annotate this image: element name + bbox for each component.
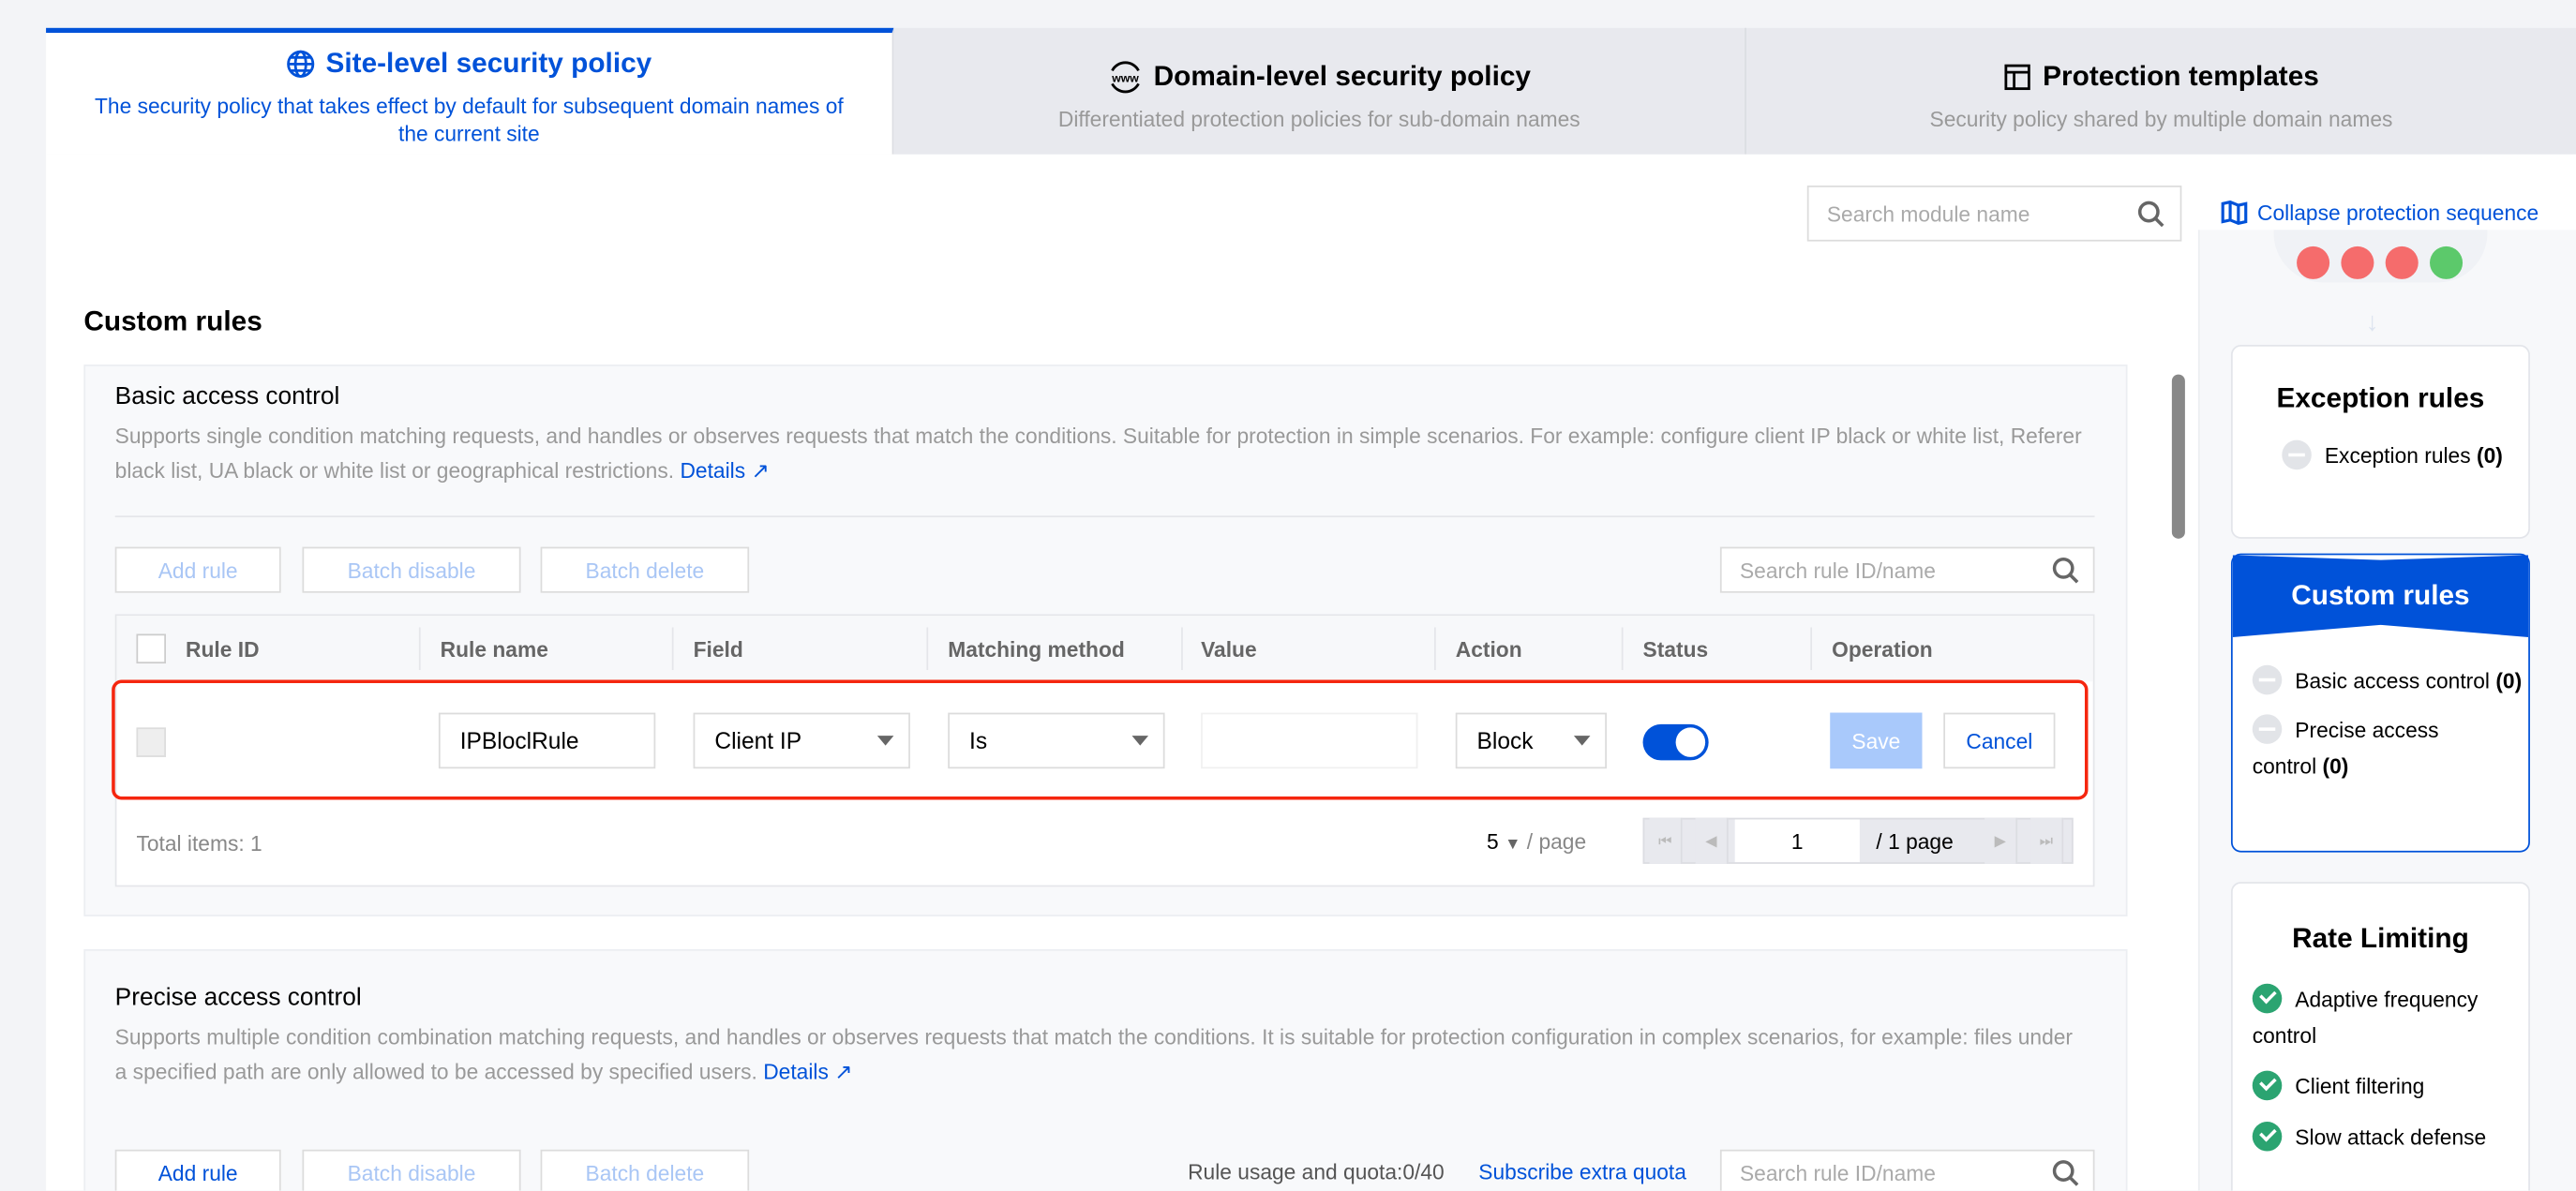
chevron-down-icon xyxy=(1573,736,1591,746)
batch-delete-button[interactable]: Batch delete xyxy=(540,546,750,593)
select-all-checkbox[interactable] xyxy=(136,633,167,664)
status-dot-icon xyxy=(2385,246,2419,279)
sequence-exception-card[interactable]: Exception rules Exception rules (0) xyxy=(2230,345,2530,539)
disabled-icon xyxy=(2252,714,2283,744)
batch-disable-button[interactable]: Batch disable xyxy=(302,546,521,593)
batch-delete-button[interactable]: Batch delete xyxy=(540,1149,750,1191)
collapse-sequence-link[interactable]: Collapse protection sequence xyxy=(2221,201,2539,225)
row-checkbox[interactable] xyxy=(136,727,167,757)
sequence-item: Slow attack defense xyxy=(2233,1120,2528,1156)
page-size-select[interactable]: 5 ▼ / page xyxy=(1487,829,1586,854)
check-circle-icon xyxy=(2252,1070,2283,1101)
tab-subtitle: Differentiated protection policies for s… xyxy=(1057,106,1580,132)
tab-domain-level[interactable]: www Domain-level security policy Differen… xyxy=(893,27,1746,155)
sequence-custom-card[interactable]: Custom rules Basic access control (0) Pr… xyxy=(2230,553,2530,853)
chevron-down-icon: ▼ xyxy=(1505,836,1521,855)
column-header: Rule name xyxy=(440,636,548,662)
value-input[interactable] xyxy=(1201,712,1418,769)
chevron-down-icon xyxy=(876,736,894,746)
sequence-item: Exception rules (0) xyxy=(2233,439,2528,475)
matching-method-select[interactable]: Is xyxy=(948,712,1165,769)
status-dot-icon xyxy=(2297,246,2330,279)
tab-title: Site-level security policy xyxy=(325,47,652,80)
next-page-icon[interactable]: ▶ xyxy=(1984,817,2018,864)
sequence-item: Basic access control (0) xyxy=(2233,663,2528,700)
page-total: / 1 page xyxy=(1876,829,1954,855)
tab-title: Domain-level security policy xyxy=(1153,60,1532,93)
collapse-label: Collapse protection sequence xyxy=(2257,200,2539,226)
batch-disable-button[interactable]: Batch disable xyxy=(302,1149,521,1191)
search-icon xyxy=(2052,557,2079,584)
add-rule-button[interactable]: Add rule xyxy=(114,1149,281,1191)
last-page-icon[interactable]: ⏭ xyxy=(2030,817,2064,864)
status-toggle[interactable] xyxy=(1642,723,1709,761)
card-title: Exception rules xyxy=(2276,382,2485,414)
card-title: Rate Limiting xyxy=(2292,922,2469,955)
sequence-item: Precise access control (0) xyxy=(2233,713,2479,785)
disabled-icon xyxy=(2252,664,2283,695)
details-link[interactable]: Details ↗ xyxy=(680,458,769,483)
rule-name-input[interactable]: IPBloclRule xyxy=(438,712,656,769)
prev-page-icon[interactable]: ◀ xyxy=(1695,817,1729,864)
status-dot-icon xyxy=(2430,246,2464,279)
page-number-input[interactable]: 1 xyxy=(1734,819,1860,863)
column-header: Field xyxy=(693,636,743,662)
search-icon xyxy=(2137,201,2164,228)
action-select[interactable]: Block xyxy=(1455,712,1607,769)
first-page-icon[interactable]: ⏮ xyxy=(1649,817,1683,864)
search-placeholder: Search module name xyxy=(1826,201,2030,226)
field-select[interactable]: Client IP xyxy=(693,712,910,769)
card-title: Custom rules xyxy=(2291,579,2470,611)
check-circle-icon xyxy=(2252,1121,2283,1152)
section-title: Custom rules xyxy=(83,305,262,337)
card-title: Precise access control xyxy=(114,983,362,1012)
column-header: Rule ID xyxy=(186,636,260,662)
scrollbar-thumb[interactable] xyxy=(2171,374,2185,539)
card-description: Supports multiple condition combination … xyxy=(114,1024,2074,1084)
search-icon xyxy=(2052,1160,2079,1186)
rule-search-input[interactable]: Search rule ID/name xyxy=(1719,1149,2095,1191)
tab-protection-templates[interactable]: Protection templates Security policy sha… xyxy=(1745,27,2576,155)
module-search-input[interactable]: Search module name xyxy=(1806,186,2182,242)
rule-search-input[interactable]: Search rule ID/name xyxy=(1719,546,2095,593)
card-title: Basic access control xyxy=(114,382,340,411)
check-circle-icon xyxy=(2252,983,2283,1014)
column-header: Operation xyxy=(1832,636,1933,662)
cancel-button[interactable]: Cancel xyxy=(1943,712,2056,769)
sequence-item: Adaptive frequency control xyxy=(2233,982,2521,1054)
globe-icon xyxy=(287,50,315,78)
www-icon: www xyxy=(1112,61,1141,94)
save-button[interactable]: Save xyxy=(1830,712,1923,769)
quota-text: Rule usage and quota:0/40 xyxy=(1188,1159,1445,1184)
details-link[interactable]: Details ↗ xyxy=(763,1059,852,1083)
subscribe-quota-link[interactable]: Subscribe extra quota xyxy=(1478,1159,1686,1184)
column-header: Status xyxy=(1642,636,1709,662)
disabled-icon xyxy=(2282,439,2312,470)
tab-title: Protection templates xyxy=(2043,60,2319,93)
map-icon xyxy=(2221,200,2248,225)
status-dot-icon xyxy=(2341,246,2374,279)
sequence-rate-card[interactable]: Rate Limiting Adaptive frequency control… xyxy=(2230,882,2530,1191)
divider xyxy=(114,515,2095,518)
svg-text:www: www xyxy=(1112,72,1140,85)
tab-subtitle: Security policy shared by multiple domai… xyxy=(1929,106,2393,132)
tab-site-level[interactable]: Site-level security policy The security … xyxy=(46,27,894,155)
template-icon xyxy=(2005,64,2031,91)
card-description: Supports single condition matching reque… xyxy=(114,424,2082,484)
total-items: Total items: 1 xyxy=(136,830,262,856)
column-header: Matching method xyxy=(948,636,1125,662)
arrow-down-icon: ↓ xyxy=(2365,308,2379,337)
add-rule-button[interactable]: Add rule xyxy=(114,546,281,593)
column-header: Action xyxy=(1455,636,1522,662)
sequence-item: Client filtering xyxy=(2233,1069,2528,1106)
tab-subtitle: The security policy that takes effect by… xyxy=(94,93,844,146)
column-header: Value xyxy=(1201,636,1257,662)
chevron-down-icon xyxy=(1131,736,1149,746)
